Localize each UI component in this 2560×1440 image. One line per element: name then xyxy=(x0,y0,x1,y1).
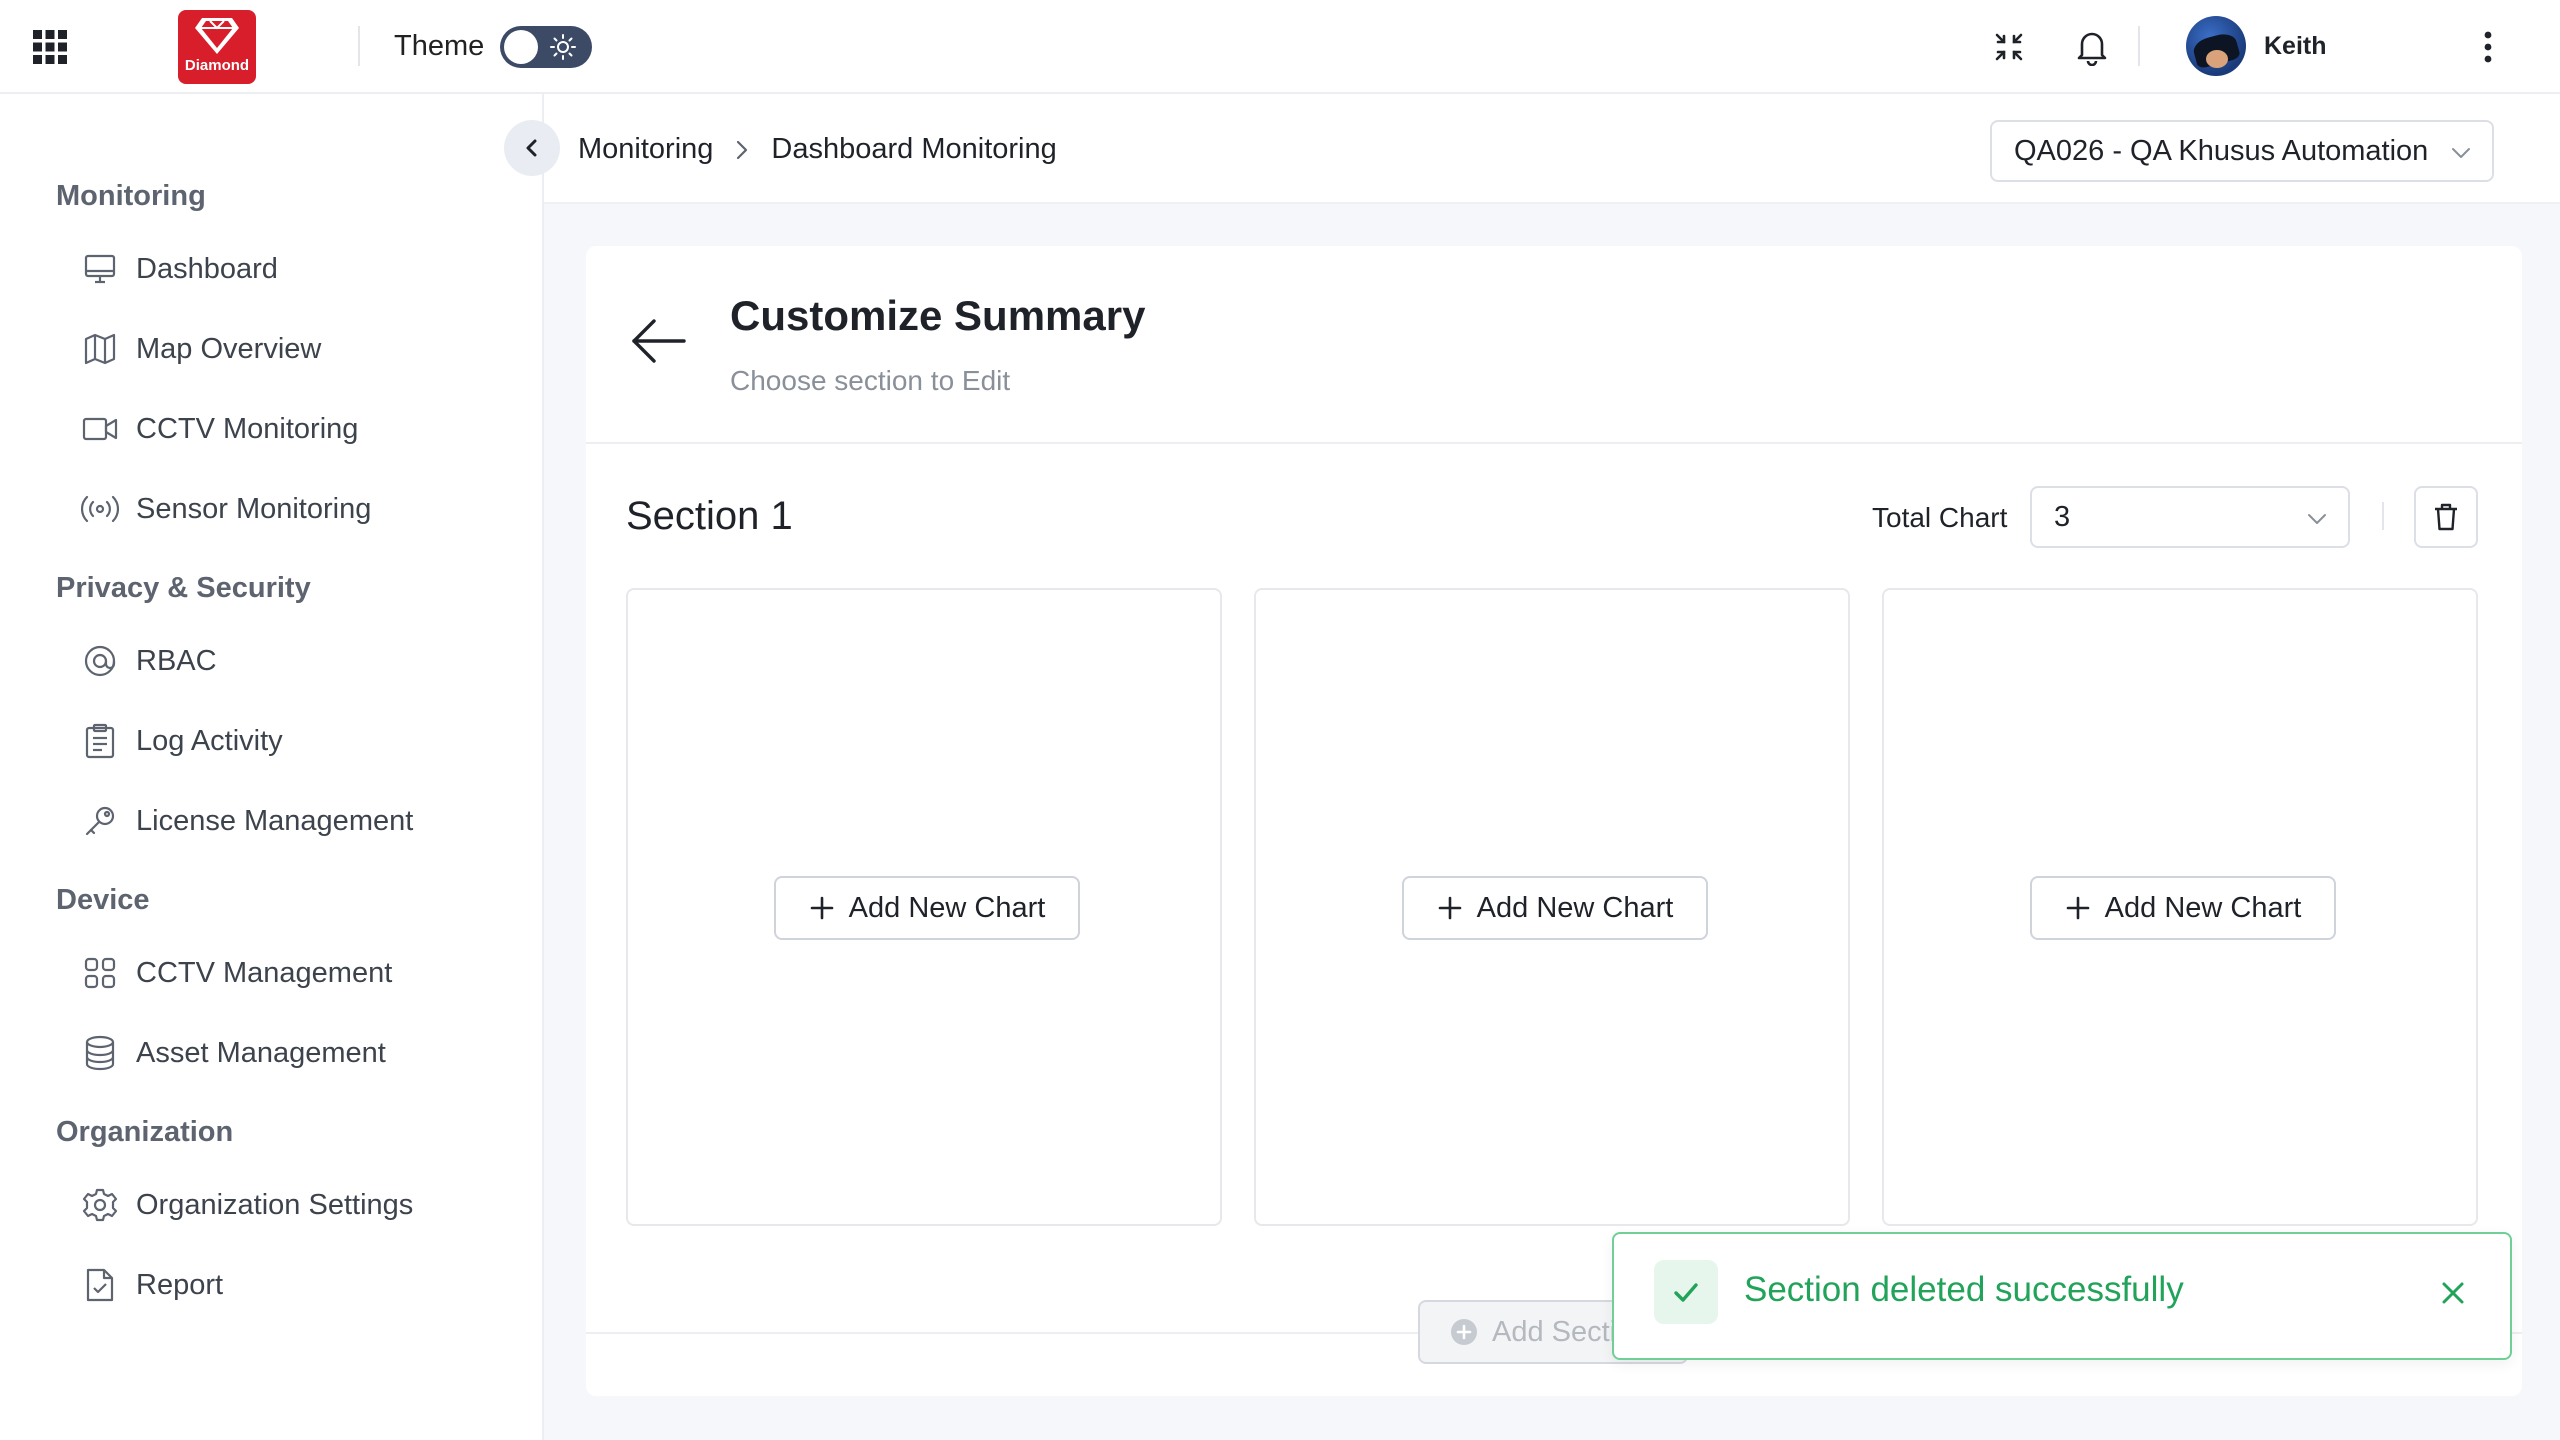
sidebar-item-label: Asset Management xyxy=(136,1036,386,1069)
plus-icon xyxy=(810,896,833,920)
breadcrumb-current: Dashboard Monitoring xyxy=(771,133,1057,165)
chart-slot: Add New Chart xyxy=(1882,588,2478,1226)
add-new-chart-button[interactable]: Add New Chart xyxy=(2030,876,2336,940)
total-chart-label: Total Chart xyxy=(1872,502,2008,533)
fullscreen-exit-icon[interactable] xyxy=(1992,30,2026,64)
total-chart-select[interactable]: 3 xyxy=(2030,486,2350,548)
toggle-knob xyxy=(504,30,538,64)
diamond-logo[interactable]: Diamond xyxy=(178,10,256,84)
sidebar-item-map-overview[interactable]: Map Overview xyxy=(80,324,520,374)
sidebar-collapse-button[interactable] xyxy=(504,120,560,176)
section-title: Section 1 xyxy=(626,494,793,538)
top-bar: Diamond Theme Keith xyxy=(0,0,2560,94)
database-icon xyxy=(80,1033,120,1073)
breadcrumb: Monitoring Dashboard Monitoring xyxy=(578,133,1057,166)
sidebar-item-label: Map Overview xyxy=(136,332,322,365)
apps-grid-icon[interactable] xyxy=(32,29,68,65)
gear-icon xyxy=(80,1185,120,1225)
sidebar-item-label: Dashboard xyxy=(136,252,278,285)
sidebar-item-dashboard[interactable]: Dashboard xyxy=(80,244,520,294)
sidebar-item-label: Organization Settings xyxy=(136,1188,414,1221)
back-arrow-icon[interactable] xyxy=(630,316,688,366)
map-icon xyxy=(80,329,120,369)
grid-icon xyxy=(80,953,120,993)
close-icon[interactable] xyxy=(2440,1280,2466,1306)
avatar[interactable] xyxy=(2186,16,2246,76)
sidebar-group-device: Device xyxy=(56,884,150,916)
sidebar-group-monitoring: Monitoring xyxy=(56,180,206,212)
plus-icon xyxy=(1438,896,1461,920)
monitor-icon xyxy=(80,249,120,289)
chart-slot: Add New Chart xyxy=(1254,588,1850,1226)
page-subtitle: Choose section to Edit xyxy=(730,365,1011,396)
add-section-label: Add Secti xyxy=(1492,1315,1617,1348)
sidebar-item-label: License Management xyxy=(136,804,414,837)
trash-icon xyxy=(2435,503,2457,531)
sidebar-item-report[interactable]: Report xyxy=(80,1260,520,1310)
sidebar-group-privacy-security: Privacy & Security xyxy=(56,572,311,604)
clipboard-icon xyxy=(80,721,120,761)
divider xyxy=(586,442,2522,444)
kebab-menu-icon[interactable] xyxy=(2480,30,2496,64)
page-title: Customize Summary xyxy=(730,292,1146,339)
add-new-chart-label: Add New Chart xyxy=(2104,891,2302,924)
chevron-right-icon xyxy=(735,138,749,162)
add-new-chart-label: Add New Chart xyxy=(1476,891,1674,924)
plus-circle-icon xyxy=(1451,1319,1477,1345)
bell-icon[interactable] xyxy=(2074,28,2110,66)
theme-toggle[interactable] xyxy=(500,26,592,68)
sidebar-item-sensor-monitoring[interactable]: Sensor Monitoring xyxy=(80,484,520,534)
sidebar-item-label: RBAC xyxy=(136,644,217,677)
chevron-left-icon xyxy=(526,139,537,157)
add-new-chart-button[interactable]: Add New Chart xyxy=(1402,876,1708,940)
delete-section-button[interactable] xyxy=(2414,486,2478,548)
video-camera-icon xyxy=(80,409,120,449)
divider xyxy=(358,26,360,66)
sidebar-item-organization-settings[interactable]: Organization Settings xyxy=(80,1180,520,1230)
chart-slot: Add New Chart xyxy=(626,588,1222,1226)
add-new-chart-button[interactable]: Add New Chart xyxy=(774,876,1080,940)
sidebar-item-cctv-monitoring[interactable]: CCTV Monitoring xyxy=(80,404,520,454)
divider xyxy=(2382,502,2384,530)
key-icon xyxy=(80,801,120,841)
add-new-chart-label: Add New Chart xyxy=(848,891,1046,924)
organization-select[interactable]: QA026 - QA Khusus Automation xyxy=(1990,120,2494,182)
divider xyxy=(2138,26,2140,66)
theme-label: Theme xyxy=(394,30,485,62)
sidebar-item-label: Report xyxy=(136,1268,224,1301)
success-toast: Section deleted successfully xyxy=(1612,1232,2512,1360)
file-check-icon xyxy=(80,1265,120,1305)
sidebar-item-label: Sensor Monitoring xyxy=(136,492,372,525)
sidebar-item-label: Log Activity xyxy=(136,724,283,757)
sidebar-item-cctv-management[interactable]: CCTV Management xyxy=(80,948,520,998)
check-icon xyxy=(1654,1260,1718,1324)
at-icon xyxy=(80,641,120,681)
sidebar-item-asset-management[interactable]: Asset Management xyxy=(80,1028,520,1078)
logo-text: Diamond xyxy=(184,57,250,74)
total-chart-value: 3 xyxy=(2054,500,2071,533)
organization-select-value: QA026 - QA Khusus Automation xyxy=(2014,134,2429,167)
breadcrumb-root[interactable]: Monitoring xyxy=(578,133,713,166)
sidebar-item-label: CCTV Monitoring xyxy=(136,412,359,445)
sidebar-item-label: CCTV Management xyxy=(136,956,393,989)
toast-message: Section deleted successfully xyxy=(1744,1270,2184,1309)
sun-icon xyxy=(550,34,576,60)
sidebar-item-log-activity[interactable]: Log Activity xyxy=(80,716,520,766)
user-name[interactable]: Keith xyxy=(2264,32,2327,61)
sidebar-item-license-management[interactable]: License Management xyxy=(80,796,520,846)
chevron-down-icon xyxy=(2452,148,2470,158)
plus-icon xyxy=(2066,896,2089,920)
sidebar-group-organization: Organization xyxy=(56,1116,234,1148)
broadcast-icon xyxy=(80,489,120,529)
sidebar: Monitoring Dashboard Map Overview CCTV M… xyxy=(0,94,544,1440)
sidebar-item-rbac[interactable]: RBAC xyxy=(80,636,520,686)
chevron-down-icon xyxy=(2308,514,2326,524)
